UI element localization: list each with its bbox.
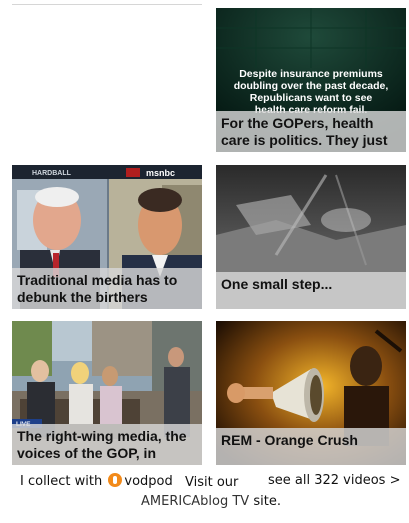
vodpod-credit[interactable]: I collect with vodpod	[20, 473, 173, 489]
video-tile-one-small-step[interactable]: One small step...	[216, 165, 406, 309]
video-caption[interactable]: For the GOPers, health care is politics.…	[216, 111, 406, 152]
visit-prefix: Visit our	[185, 475, 239, 490]
video-caption[interactable]: REM - Orange Crush	[216, 428, 406, 465]
overlay-line-3: Republicans want to see	[250, 92, 373, 104]
see-all-videos-link[interactable]: see all 322 videos >	[268, 473, 400, 488]
americablog-tv-link[interactable]: AMERICAblog TV	[141, 494, 249, 509]
video-tile-birthers[interactable]: HARDBALL msnbc Traditional media has to …	[12, 165, 202, 309]
top-divider	[12, 4, 202, 5]
vodpod-brand[interactable]: vodpod	[124, 474, 172, 489]
video-caption[interactable]: The right-wing media, the voices of the …	[12, 424, 202, 465]
collect-prefix: I collect with	[20, 474, 103, 489]
overlay-line-1: Despite insurance premiums	[239, 68, 383, 80]
video-tile-right-wing-media[interactable]: LIVE The right-wing media, the voices of…	[12, 321, 202, 465]
video-tile-rem-orange-crush[interactable]: REM - Orange Crush	[216, 321, 406, 465]
vodpod-logo-icon	[108, 473, 123, 487]
show-name: HARDBALL	[32, 170, 72, 177]
visit-suffix: site.	[253, 494, 281, 509]
video-caption[interactable]: One small step...	[216, 272, 406, 309]
video-tile-gop-health-care[interactable]: Despite insurance premiums doubling over…	[216, 8, 406, 152]
overlay-line-2: doubling over the past decade,	[234, 80, 389, 92]
video-caption[interactable]: Traditional media has to debunk the birt…	[12, 268, 202, 309]
network-logo: msnbc	[146, 168, 175, 178]
